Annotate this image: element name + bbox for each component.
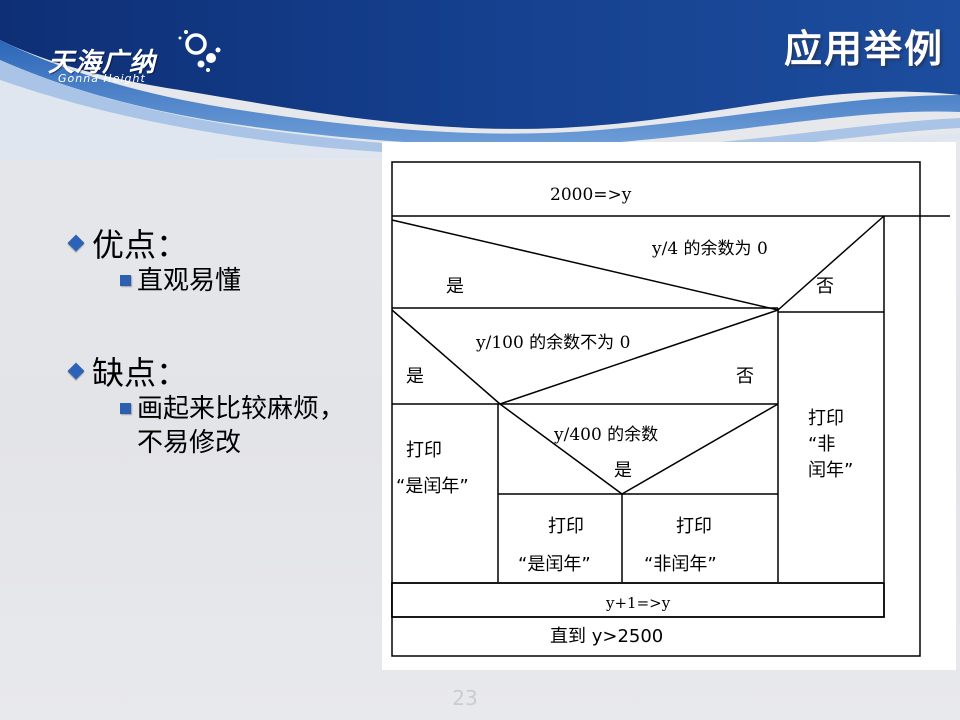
right-print-label: 打印 (808, 408, 844, 429)
until-text: 直到 y>2500 (550, 626, 663, 647)
page-number: 23 (452, 686, 478, 710)
bubbles-icon (178, 30, 221, 72)
advantage-item: 直观易懂 (120, 264, 241, 298)
print-leap-value: “是闰年” (396, 476, 469, 497)
disadvantage-item: 画起来比较麻烦， 不易修改 (120, 392, 345, 460)
disadvantages-heading: 缺点： (67, 348, 188, 394)
right-print-value: 闰年” (808, 460, 853, 481)
cond3-yes-label: 是 (614, 460, 632, 481)
increment-text: y+1=>y (605, 594, 671, 612)
slide-title: 应用举例 (783, 27, 944, 71)
cond2-no-diagonal (499, 309, 779, 405)
print-nonleap-value: “非闰年” (644, 554, 717, 575)
cond1-no-label: 否 (816, 276, 834, 297)
cond3-text: y/400 的余数 (553, 425, 658, 445)
print-leap-label-2: 打印 (548, 516, 584, 537)
cond3-yes-diagonal (499, 403, 623, 495)
cond1-text: y/4 的余数为 0 (651, 239, 768, 259)
brand-logo: 天海广纳 Gonna Height (48, 30, 221, 91)
cond2-text: y/100 的余数不为 0 (475, 333, 630, 353)
cond3-no-diagonal (621, 403, 779, 495)
square-bullet-icon (120, 403, 131, 414)
init-step: 2000=>y (550, 185, 632, 205)
print-leap-value-2: “是闰年” (518, 554, 591, 575)
square-bullet-icon (120, 275, 131, 286)
advantages-heading: 优点： (67, 220, 188, 266)
print-nonleap-label: 打印 (676, 516, 712, 537)
flowchart-diagram: 2000=>y y/4 的余数为 0 是 否 y/100 的余数不为 0 是 否… (391, 161, 950, 657)
diamond-bullet-icon (67, 362, 85, 380)
cond2-yes-label: 是 (406, 366, 424, 387)
brand-tagline: Gonna Height (58, 72, 146, 85)
cond2-no-label: 否 (736, 366, 754, 387)
slide: 天海广纳 Gonna Height 应用举例 优点： 直观易懂 缺点： 画起来比… (0, 0, 960, 720)
right-print-quote: “非 (808, 434, 835, 455)
cond2-yes-diagonal (391, 309, 501, 405)
ns-flowchart: 2000=>y y/4 的余数为 0 是 否 y/100 的余数不为 0 是 否… (382, 142, 956, 670)
print-leap-label: 打印 (406, 440, 442, 461)
cond1-yes-label: 是 (446, 276, 464, 297)
diamond-bullet-icon (67, 234, 85, 252)
